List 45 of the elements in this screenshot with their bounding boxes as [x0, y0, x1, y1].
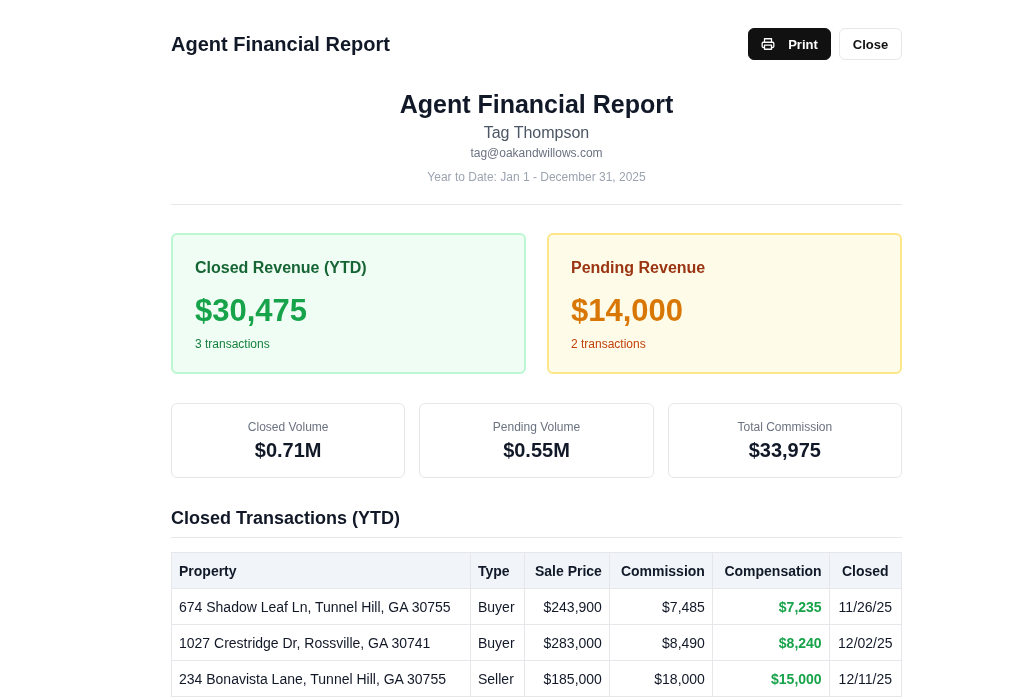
column-header: Sale Price	[524, 552, 610, 589]
agent-email: tag@oakandwillows.com	[470, 146, 603, 160]
card-title: Pending Revenue	[571, 259, 707, 277]
revenue-amount: $30,475	[195, 293, 309, 329]
stat-value: $33,975	[748, 439, 821, 462]
table-cell: $8,490	[609, 624, 713, 661]
report-title: Agent Financial Report	[399, 89, 674, 119]
printer-icon	[761, 37, 776, 51]
card-title: Closed Revenue (YTD)	[195, 259, 368, 277]
table-cell: $18,000	[609, 660, 713, 697]
table-cell: Buyer	[470, 588, 525, 625]
column-header: Property	[171, 552, 471, 589]
table-cell: $7,235	[712, 588, 830, 625]
stat-label: Pending Volume	[492, 420, 581, 434]
table-cell: 1027 Crestridge Dr, Rossville, GA 30741	[171, 624, 471, 661]
stat-label: Closed Volume	[247, 420, 329, 434]
table-cell: Buyer	[470, 624, 525, 661]
stat-value: $0.71M	[254, 439, 322, 462]
stat-label: Total Commission	[737, 420, 833, 434]
table-cell: 234 Bonavista Lane, Tunnel Hill, GA 30755	[171, 660, 471, 697]
table-cell: $7,485	[609, 588, 713, 625]
table-cell: $15,000	[712, 660, 830, 697]
table-cell: $243,900	[524, 588, 610, 625]
transaction-count: 2 transactions	[571, 337, 647, 351]
column-header: Type	[470, 552, 525, 589]
report-period: Year to Date: Jan 1 - December 31, 2025	[427, 170, 646, 184]
table-cell: 674 Shadow Leaf Ln, Tunnel Hill, GA 30755	[171, 588, 471, 625]
print-button[interactable]: Print	[748, 28, 831, 60]
table-cell: $185,000	[524, 660, 610, 697]
table-cell: Seller	[470, 660, 525, 697]
revenue-amount: $14,000	[571, 293, 685, 329]
table-cell: $283,000	[524, 624, 610, 661]
stat-value: $0.55M	[503, 439, 570, 462]
column-header: Closed	[829, 552, 902, 589]
transaction-count: 3 transactions	[195, 337, 271, 351]
page-title: Agent Financial Report	[171, 32, 390, 56]
section-title: Closed Transactions (YTD)	[171, 508, 902, 538]
close-button[interactable]: Close	[839, 28, 902, 60]
agent-name: Tag Thompson	[483, 124, 590, 142]
table-cell: 12/11/25	[829, 660, 902, 697]
table-cell: $8,240	[712, 624, 830, 661]
column-header: Compensation	[712, 552, 830, 589]
table-cell: 12/02/25	[829, 624, 902, 661]
table-cell: 11/26/25	[829, 588, 902, 625]
column-header: Commission	[609, 552, 713, 589]
